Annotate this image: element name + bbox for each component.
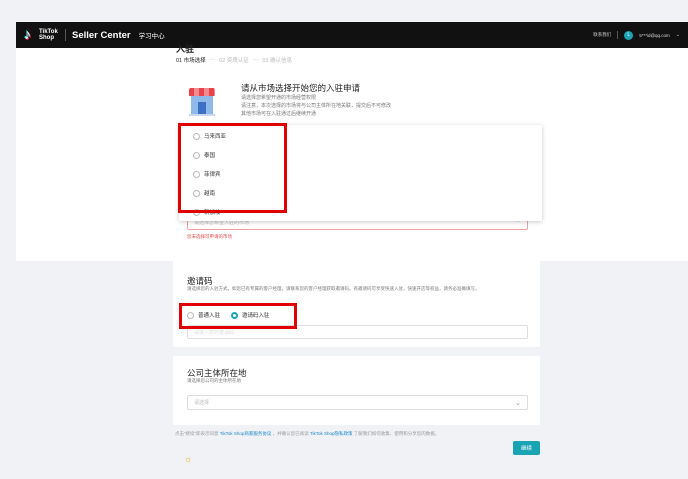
highlight-box-invite (179, 303, 297, 329)
sun-icon: ☼ (184, 454, 193, 464)
agreement-text: 点击“继续”即表示同意 TikTok Shop商家服务协议 ，并确认您已阅读 T… (175, 431, 439, 437)
contact-us-link[interactable]: 联系我们 (593, 32, 611, 38)
step-2: 02 资质认证 (219, 58, 249, 64)
nav-learning-center[interactable]: 学习中心 (139, 30, 165, 40)
top-bar: TikTok Shop Seller Center 学习中心 联系我们 L 5*… (16, 22, 688, 48)
header-right: 联系我们 L 5***id@qq.com ⌄ (593, 30, 680, 40)
page-content: 入驻 01 市场选择 --- 02 资质认证 --- 03 确认信息 请从市场选… (16, 44, 688, 469)
invite-code-placeholder: 请输入您的邀请码 (194, 329, 235, 336)
company-location-select[interactable]: 请选择 ⌄ (187, 395, 528, 410)
market-error-text: 您未选择可申请的市场 (187, 234, 232, 239)
company-location-card: 公司主体所在地 请选择您公司的主体所在地 请选择 ⌄ (173, 356, 540, 425)
agreement-middle: ，并确认您已阅读 (272, 431, 309, 436)
chevron-down-icon[interactable]: ⌄ (676, 32, 680, 38)
highlight-box-markets (178, 123, 287, 213)
seller-agreement-link[interactable]: TikTok Shop商家服务协议 (220, 431, 272, 436)
chevron-down-icon[interactable]: ⌄ (515, 399, 521, 407)
market-note: 请选择您希望开通的市场经营权限 (241, 95, 317, 101)
agreement-suffix: 了解我们如何收集、使用和分享您的数据。 (353, 431, 440, 436)
market-heading: 请从市场选择开始您的入驻申请 (241, 83, 361, 93)
tiktok-logo-icon[interactable] (24, 27, 36, 42)
app-title[interactable]: Seller Center (72, 30, 131, 41)
privacy-policy-link[interactable]: TikTok Shop隐私政策 (310, 431, 353, 436)
company-description: 请选择您公司的主体所在地 (187, 378, 241, 383)
header-separator (617, 31, 619, 39)
invite-description: 请选择您的入驻方式。如您已有专属的客户经理，请联系您的客户经理获取邀请码。有邀请… (187, 286, 480, 291)
company-select-placeholder: 请选择 (194, 400, 210, 406)
market-note: 其他市场可在入驻通过后继续开通 (241, 111, 317, 117)
step-separator: --- (209, 57, 216, 63)
step-1: 01 市场选择 (176, 58, 206, 64)
logo-text: TikTok Shop (39, 29, 58, 41)
page-title: 入驻 (176, 44, 195, 54)
next-button[interactable]: 继续 (513, 441, 540, 455)
agreement-prefix: 点击“继续”即表示同意 (175, 431, 219, 436)
step-indicator: 01 市场选择 --- 02 资质认证 --- 03 确认信息 (176, 56, 292, 64)
user-email[interactable]: 5***id@qq.com (639, 33, 670, 38)
avatar[interactable]: L (624, 30, 634, 40)
step-separator: --- (252, 57, 259, 63)
shop-icon (189, 88, 215, 116)
logo-divider (65, 29, 66, 41)
step-3: 03 确认信息 (262, 58, 292, 64)
market-note: 请注意，本次选择的市场将与公司主体所在地关联，提交后不可修改 (241, 103, 392, 109)
